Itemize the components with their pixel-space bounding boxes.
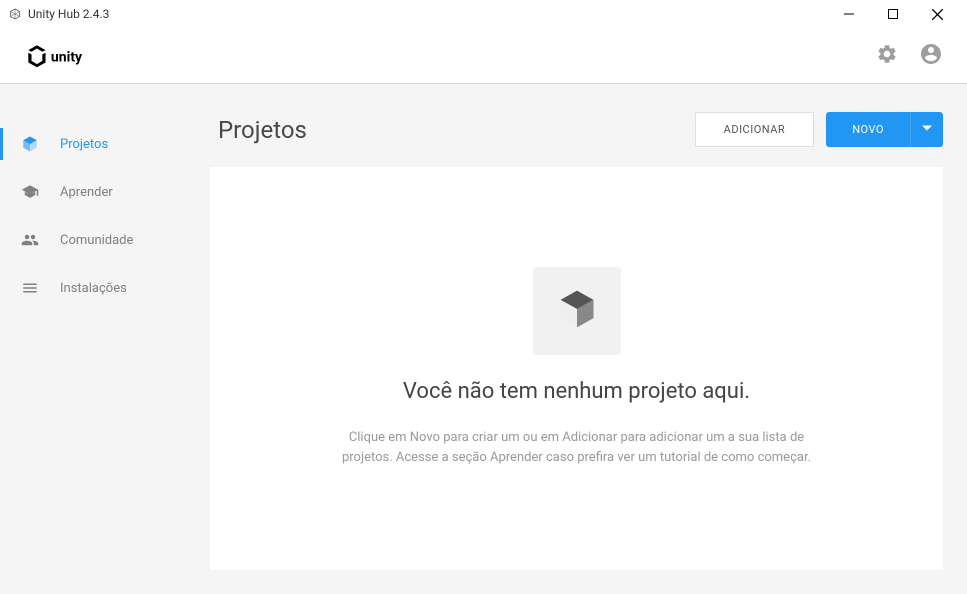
header-buttons: ADICIONAR NOVO <box>695 112 943 147</box>
add-button[interactable]: ADICIONAR <box>695 112 815 147</box>
page-title: Projetos <box>218 116 307 144</box>
main-header: Projetos ADICIONAR NOVO <box>210 112 943 147</box>
window-controls <box>827 0 959 28</box>
list-icon <box>20 278 40 298</box>
sidebar-item-label: Instalações <box>60 281 127 296</box>
sidebar-item-label: Projetos <box>60 137 108 152</box>
new-dropdown-button[interactable] <box>910 112 943 147</box>
new-button[interactable]: NOVO <box>826 112 910 147</box>
account-button[interactable] <box>919 44 943 68</box>
sidebar-item-label: Aprender <box>60 185 113 200</box>
sidebar-item-learn[interactable]: Aprender <box>0 168 210 216</box>
graduation-cap-icon <box>20 182 40 202</box>
people-icon <box>20 230 40 250</box>
content-panel: Você não tem nenhum projeto aqui. Clique… <box>210 167 943 570</box>
new-button-group: NOVO <box>826 112 943 147</box>
sidebar-item-projects[interactable]: Projetos <box>0 120 210 168</box>
account-icon <box>919 42 943 70</box>
close-button[interactable] <box>915 0 959 28</box>
header-actions <box>875 44 943 68</box>
app-body: Projetos Aprender Comunidade <box>0 84 967 594</box>
settings-button[interactable] <box>875 44 899 68</box>
unity-logo: unity <box>24 42 94 70</box>
titlebar: Unity Hub 2.4.3 <box>0 0 967 28</box>
empty-state-icon-box <box>533 267 621 355</box>
sidebar-item-label: Comunidade <box>60 233 133 248</box>
cube-icon <box>20 134 40 154</box>
unity-cube-icon <box>8 7 22 21</box>
empty-state-description: Clique em Novo para criar um ou em Adici… <box>337 428 817 467</box>
svg-text:unity: unity <box>51 49 83 65</box>
window-title: Unity Hub 2.4.3 <box>28 7 109 21</box>
sidebar-item-installs[interactable]: Instalações <box>0 264 210 312</box>
gear-icon <box>876 43 898 69</box>
maximize-button[interactable] <box>871 0 915 28</box>
minimize-button[interactable] <box>827 0 871 28</box>
cube-icon <box>555 287 599 335</box>
caret-down-icon <box>922 122 932 137</box>
sidebar-item-community[interactable]: Comunidade <box>0 216 210 264</box>
app-header: unity <box>0 28 967 84</box>
main-content: Projetos ADICIONAR NOVO <box>210 84 967 594</box>
sidebar: Projetos Aprender Comunidade <box>0 84 210 594</box>
empty-state-title: Você não tem nenhum projeto aqui. <box>403 379 750 404</box>
titlebar-left: Unity Hub 2.4.3 <box>8 7 109 21</box>
